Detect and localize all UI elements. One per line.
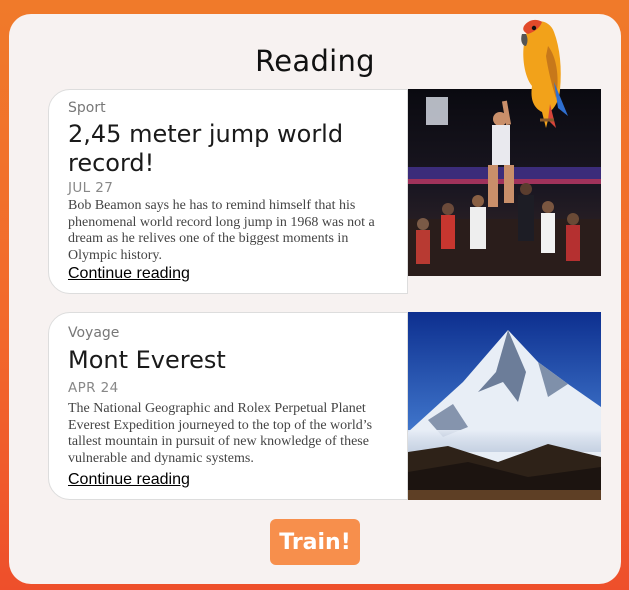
article-description: The National Geographic and Rolex Perpet…: [68, 401, 373, 466]
article-category: Voyage: [68, 325, 120, 341]
article-image: [408, 312, 601, 500]
article-card-voyage[interactable]: Voyage Mont Everest APR 24 The National …: [48, 312, 601, 500]
snowy-mountain-photo: [408, 312, 601, 500]
article-date: APR 24: [68, 380, 119, 396]
article-description: Bob Beamon says he has to remind himself…: [68, 198, 375, 263]
article-category: Sport: [68, 100, 106, 116]
article-text-box: Voyage Mont Everest APR 24 The National …: [48, 312, 408, 500]
train-button[interactable]: Train!: [270, 519, 360, 565]
continue-reading-link[interactable]: Continue reading: [68, 265, 190, 283]
article-headline: 2,45 meter jump world record!: [68, 120, 344, 177]
article-date: JUL 27: [68, 180, 114, 196]
parrot-icon: [521, 19, 568, 129]
continue-reading-link[interactable]: Continue reading: [68, 471, 190, 489]
article-text-box: Sport 2,45 meter jump world record! JUL …: [48, 89, 408, 294]
article-headline: Mont Everest: [68, 346, 226, 374]
